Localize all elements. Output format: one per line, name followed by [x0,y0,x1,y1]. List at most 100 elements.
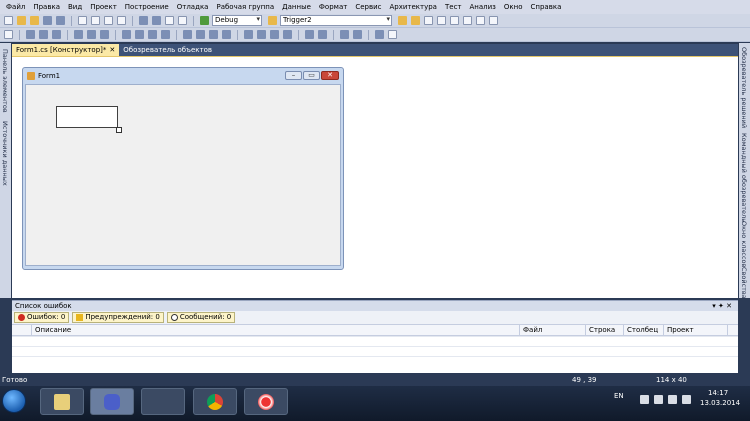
selected-control[interactable] [56,106,118,128]
menu-architecture[interactable]: Архитектура [385,3,441,11]
language-indicator[interactable]: EN [614,392,624,400]
menu-edit[interactable]: Правка [29,3,64,11]
column-description[interactable]: Описание [32,325,520,335]
center-vertically-icon[interactable] [318,30,327,39]
taskbar-visual-studio[interactable] [90,388,134,415]
solution-config-select[interactable]: Debug [212,15,262,26]
undo-icon[interactable] [139,16,148,25]
find-icon[interactable] [268,16,277,25]
add-item-icon[interactable] [17,16,26,25]
menu-window[interactable]: Окно [500,3,527,11]
form-designer-window[interactable]: Form1 – ▭ ✕ [22,67,344,270]
clock-time[interactable]: 14:17 [708,389,728,397]
vertical-spacing-remove-icon[interactable] [283,30,292,39]
align-tops-icon[interactable] [74,30,83,39]
redo-icon[interactable] [152,16,161,25]
team-explorer-tab[interactable]: Командный обозреватель [740,133,748,222]
start-page-icon[interactable] [450,16,459,25]
vertical-spacing-equal-icon[interactable] [244,30,253,39]
properties-icon[interactable] [411,16,420,25]
messages-filter-button[interactable]: Сообщений: 0 [166,312,236,323]
make-same-width-icon[interactable] [122,30,131,39]
menu-test[interactable]: Тест [441,3,466,11]
column-column[interactable]: Столбец [624,325,664,335]
horizontal-spacing-decrease-icon[interactable] [209,30,218,39]
close-icon[interactable]: ✕ [109,44,115,56]
panel-window-controls[interactable]: ▾ ✦ ✕ [712,301,732,311]
form-client-area[interactable] [25,84,341,266]
menu-analyze[interactable]: Анализ [466,3,500,11]
align-to-grid-icon[interactable] [4,30,13,39]
vertical-spacing-decrease-icon[interactable] [270,30,279,39]
tab-order-icon[interactable] [375,30,384,39]
command-window-icon[interactable] [476,16,485,25]
save-all-icon[interactable] [56,16,65,25]
extension-manager-icon[interactable] [463,16,472,25]
make-same-size-icon[interactable] [161,30,170,39]
size-to-grid-icon[interactable] [135,30,144,39]
menu-file[interactable]: Файл [2,3,29,11]
data-sources-tab[interactable]: Источники данных [1,121,9,186]
menu-tools[interactable]: Сервис [351,3,385,11]
column-line[interactable]: Строка [586,325,624,335]
warnings-filter-button[interactable]: Предупреждений: 0 [72,312,164,323]
paste-icon[interactable] [104,16,113,25]
resize-handle[interactable] [116,127,122,133]
start-button[interactable] [2,389,26,413]
minimize-icon[interactable]: – [285,71,302,80]
tray-app-icon[interactable] [654,395,663,404]
menu-format[interactable]: Формат [315,3,351,11]
maximize-icon[interactable]: ▭ [303,71,320,80]
clock-date[interactable]: 13.03.2014 [700,399,740,407]
bring-to-front-icon[interactable] [340,30,349,39]
toolbar-options-icon[interactable] [489,16,498,25]
layout-toolbar-options-icon[interactable] [388,30,397,39]
center-horizontally-icon[interactable] [305,30,314,39]
toolbox-tab[interactable]: Панель элементов [1,49,9,113]
delete-icon[interactable] [117,16,126,25]
close-icon[interactable]: ✕ [321,71,339,80]
column-file[interactable]: Файл [520,325,586,335]
menu-build[interactable]: Построение [121,3,173,11]
send-to-back-icon[interactable] [353,30,362,39]
new-project-icon[interactable] [4,16,13,25]
menu-help[interactable]: Справка [527,3,566,11]
tray-arrow-icon[interactable] [640,395,649,404]
tab-object-browser[interactable]: Обозреватель объектов [119,44,216,56]
horizontal-spacing-increase-icon[interactable] [196,30,205,39]
align-middles-icon[interactable] [87,30,96,39]
properties-tab[interactable]: Свойства [740,267,748,299]
network-icon[interactable] [668,395,677,404]
align-lefts-icon[interactable] [26,30,35,39]
make-same-height-icon[interactable] [148,30,157,39]
save-icon[interactable] [43,16,52,25]
solution-explorer-tab[interactable]: Обозреватель решений [740,47,748,128]
navigate-back-icon[interactable] [165,16,174,25]
menu-team[interactable]: Рабочая группа [212,3,278,11]
class-view-tab[interactable]: Окно классов [740,221,748,267]
tab-form1-designer[interactable]: Form1.cs [Конструктор]* ✕ [12,44,120,56]
horizontal-spacing-equal-icon[interactable] [183,30,192,39]
find-target-select[interactable]: Trigger2 [280,15,392,26]
menu-data[interactable]: Данные [278,3,315,11]
horizontal-spacing-remove-icon[interactable] [222,30,231,39]
volume-icon[interactable] [682,395,691,404]
errors-filter-button[interactable]: Ошибок: 0 [14,312,70,323]
toolbox-icon[interactable] [437,16,446,25]
menu-debug[interactable]: Отладка [173,3,213,11]
copy-icon[interactable] [91,16,100,25]
align-bottoms-icon[interactable] [100,30,109,39]
taskbar-explorer[interactable] [40,388,84,415]
align-centers-icon[interactable] [39,30,48,39]
start-debugging-icon[interactable] [200,16,209,25]
menu-view[interactable]: Вид [64,3,86,11]
taskbar-recorder[interactable] [244,388,288,415]
column-project[interactable]: Проект [664,325,728,335]
taskbar-chrome[interactable] [193,388,237,415]
open-file-icon[interactable] [30,16,39,25]
align-rights-icon[interactable] [52,30,61,39]
menu-project[interactable]: Проект [86,3,121,11]
solution-explorer-icon[interactable] [398,16,407,25]
vertical-spacing-increase-icon[interactable] [257,30,266,39]
navigate-forward-icon[interactable] [178,16,187,25]
